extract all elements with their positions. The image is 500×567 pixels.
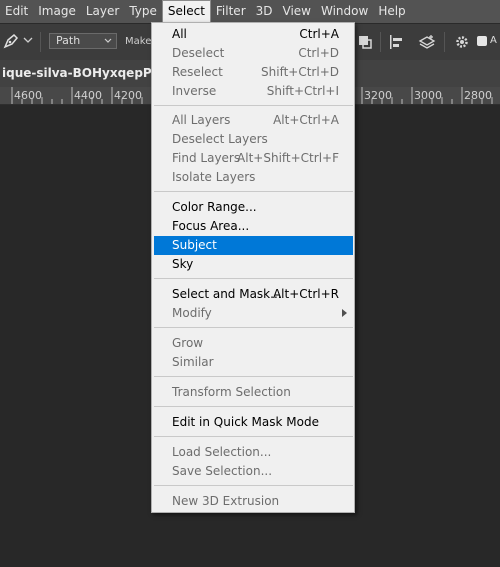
menu-item-isolate-layers[interactable]: Isolate Layers — [154, 168, 353, 187]
menu-window[interactable]: Window — [316, 0, 373, 23]
menu-separator — [154, 485, 353, 486]
path-mode-value: Path — [56, 34, 81, 47]
combine-shapes-icon[interactable] — [356, 33, 374, 51]
menu-edit[interactable]: Edit — [0, 0, 33, 23]
menu-separator — [154, 278, 353, 279]
menu-item-deselect-layers[interactable]: Deselect Layers — [154, 130, 353, 149]
menu-item-all-layers[interactable]: All Layers Alt+Ctrl+A — [154, 111, 353, 130]
menu-item-similar[interactable]: Similar — [154, 353, 353, 372]
select-menu-dropdown: All Ctrl+A Deselect Ctrl+D Reselect Shif… — [151, 22, 355, 513]
submenu-arrow-icon — [342, 309, 347, 317]
menu-separator — [154, 105, 353, 106]
divider — [444, 32, 445, 52]
menu-item-all[interactable]: All Ctrl+A — [154, 25, 353, 44]
menu-separator — [154, 436, 353, 437]
chevron-down-icon — [104, 38, 112, 43]
menu-item-transform-selection[interactable]: Transform Selection — [154, 383, 353, 402]
ruler-label: 2800 — [464, 89, 492, 102]
align-edges-checkbox[interactable] — [477, 36, 487, 46]
align-edges-label: A — [490, 35, 497, 46]
ruler-label: 3200 — [364, 89, 392, 102]
menu-separator — [154, 406, 353, 407]
menu-type[interactable]: Type — [124, 0, 162, 23]
menu-separator — [154, 191, 353, 192]
menu-item-reselect[interactable]: Reselect Shift+Ctrl+D — [154, 63, 353, 82]
menu-item-inverse[interactable]: Inverse Shift+Ctrl+I — [154, 82, 353, 101]
ruler-label: 4400 — [74, 89, 102, 102]
menu-item-grow[interactable]: Grow — [154, 334, 353, 353]
menu-bar: Edit Image Layer Type Select Filter 3D V… — [0, 0, 500, 23]
menu-item-select-and-mask[interactable]: Select and Mask... Alt+Ctrl+R — [154, 285, 353, 304]
ruler-label: 4600 — [14, 89, 42, 102]
align-left-icon[interactable] — [388, 33, 406, 51]
menu-item-modify[interactable]: Modify — [154, 304, 353, 323]
menu-view[interactable]: View — [278, 0, 316, 23]
menu-item-save-selection[interactable]: Save Selection... — [154, 462, 353, 481]
gear-icon[interactable] — [453, 33, 471, 51]
divider — [40, 32, 41, 52]
path-mode-select[interactable]: Path — [49, 33, 117, 49]
menu-item-color-range[interactable]: Color Range... — [154, 198, 353, 217]
divider — [380, 32, 381, 52]
menu-select[interactable]: Select — [161, 0, 211, 23]
menu-item-find-layers[interactable]: Find Layers Alt+Shift+Ctrl+F — [154, 149, 353, 168]
pen-tool-icon[interactable] — [2, 32, 20, 50]
menu-item-subject[interactable]: Subject — [154, 236, 353, 255]
chevron-down-icon[interactable] — [23, 36, 33, 44]
menu-item-deselect[interactable]: Deselect Ctrl+D — [154, 44, 353, 63]
menu-help[interactable]: Help — [373, 0, 410, 23]
menu-item-new-3d-extrusion[interactable]: New 3D Extrusion — [154, 492, 353, 511]
menu-item-sky[interactable]: Sky — [154, 255, 353, 274]
arrange-layers-icon[interactable] — [418, 33, 436, 51]
menu-item-quick-mask[interactable]: Edit in Quick Mask Mode — [154, 413, 353, 432]
menu-filter[interactable]: Filter — [211, 0, 251, 23]
menu-separator — [154, 376, 353, 377]
menu-item-load-selection[interactable]: Load Selection... — [154, 443, 353, 462]
menu-layer[interactable]: Layer — [81, 0, 124, 23]
menu-3d[interactable]: 3D — [251, 0, 278, 23]
menu-item-focus-area[interactable]: Focus Area... — [154, 217, 353, 236]
ruler-label: 3000 — [414, 89, 442, 102]
ruler-label: 4200 — [114, 89, 142, 102]
menu-image[interactable]: Image — [33, 0, 81, 23]
menu-separator — [154, 327, 353, 328]
